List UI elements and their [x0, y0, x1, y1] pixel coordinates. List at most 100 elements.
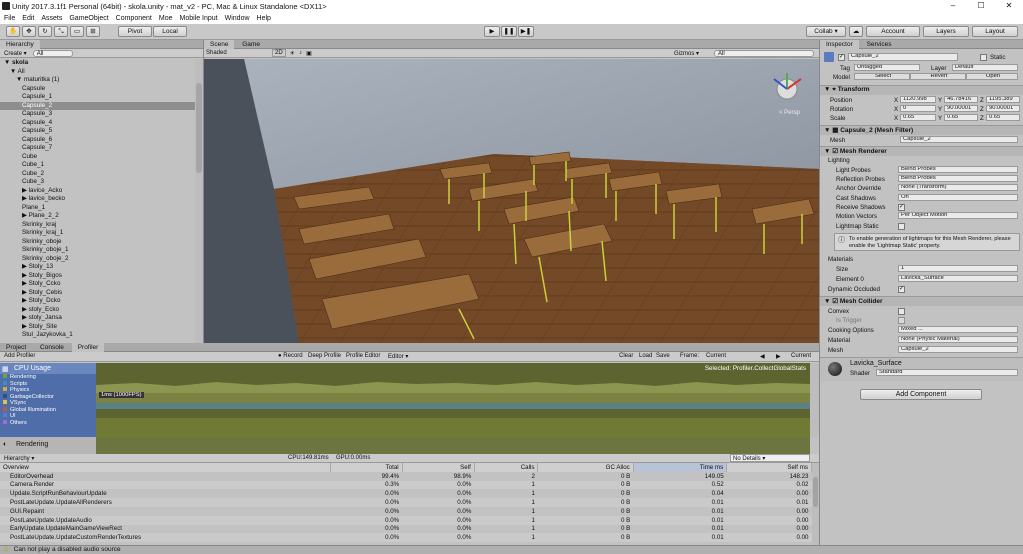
record-toggle[interactable]: ● Record: [278, 353, 303, 359]
hierarchy-item[interactable]: Capsule_5: [0, 127, 196, 136]
column-header[interactable]: Calls: [474, 463, 539, 472]
light-probes-dropdown[interactable]: Blend Probes: [898, 166, 1018, 173]
menu-moe[interactable]: Moe: [159, 15, 173, 22]
profiler-table-scrollbar[interactable]: [812, 463, 819, 545]
motion-vectors-dropdown[interactable]: Per Object Motion: [898, 212, 1018, 219]
lighting-toggle-icon[interactable]: ☀: [290, 50, 295, 57]
table-row[interactable]: Update.ScriptRunBehaviourUpdate 0.0% 0.0% 1…: [0, 489, 812, 498]
hierarchy-item[interactable]: ▶ Stoly_Cebis: [0, 289, 196, 298]
2d-toggle[interactable]: 2D: [272, 49, 286, 57]
shader-dropdown[interactable]: Standard: [876, 369, 1018, 376]
rotation-x-field[interactable]: 0: [900, 105, 936, 112]
transform-header[interactable]: ▼ ⌖ Transform: [820, 85, 1023, 95]
mesh-filter-header[interactable]: ▼ ▦ Capsule_2 (Mesh Filter): [820, 125, 1023, 135]
scale-z-field[interactable]: 0.65: [986, 114, 1020, 121]
rotation-z-field[interactable]: 90.00001: [986, 105, 1020, 112]
step-icon[interactable]: ▶❚: [518, 26, 534, 37]
play-icon[interactable]: ▶: [484, 26, 500, 37]
account-button[interactable]: Account: [866, 26, 920, 37]
hierarchy-item[interactable]: Cube_1: [0, 161, 196, 170]
hierarchy-item[interactable]: Cube_2: [0, 170, 196, 179]
table-row[interactable]: PostLateUpdate.UpdateCustomRenderTexture…: [0, 533, 812, 543]
hierarchy-item[interactable]: ▼ All: [0, 68, 196, 77]
graph-scrollbar[interactable]: [810, 363, 819, 437]
hierarchy-item[interactable]: Capsule_3: [0, 110, 196, 119]
tab-console[interactable]: Console: [34, 343, 70, 352]
mesh-collider-header[interactable]: ▼ ☑ Mesh Collider: [820, 296, 1023, 306]
hierarchy-item[interactable]: Capsule_2: [0, 101, 196, 110]
mesh-filter-mesh-field[interactable]: Capsule_2: [900, 136, 1018, 143]
collider-material-field[interactable]: None (Physic Material): [898, 336, 1018, 343]
menu-gameobject[interactable]: GameObject: [69, 15, 108, 22]
prev-frame-icon[interactable]: ◀: [760, 353, 765, 360]
collab-button[interactable]: Collab ▾: [806, 26, 846, 37]
details-dropdown[interactable]: No Details ▾: [730, 454, 810, 462]
scene-viewport[interactable]: < Persp: [204, 59, 819, 343]
cloud-icon[interactable]: ☁: [849, 26, 863, 37]
rect-tool-icon[interactable]: ▭: [70, 26, 84, 37]
tab-scene[interactable]: Scene: [204, 40, 235, 49]
collapse-arrow-icon[interactable]: ▶: [22, 306, 29, 313]
hierarchy-item[interactable]: ▶ Stoly_Ccko: [0, 280, 196, 289]
tag-dropdown[interactable]: Untagged: [854, 64, 920, 71]
hierarchy-item[interactable]: ▶ Plane_2_2: [0, 212, 196, 221]
pivot-button[interactable]: Pivot: [118, 26, 152, 37]
hierarchy-item[interactable]: Skrinky_kraj_1: [0, 229, 196, 238]
rendering-section[interactable]: ◐ Rendering: [0, 437, 96, 454]
reflection-probes-dropdown[interactable]: Blend Probes: [898, 175, 1018, 182]
hierarchy-search-input[interactable]: All: [32, 49, 73, 57]
effects-toggle-icon[interactable]: ▣: [306, 50, 312, 57]
object-name-field[interactable]: Capsule_2: [848, 53, 958, 61]
menu-help[interactable]: Help: [257, 15, 271, 22]
menu-window[interactable]: Window: [225, 15, 250, 22]
hierarchy-item[interactable]: Capsule_6: [0, 136, 196, 145]
position-y-field[interactable]: 46.78416: [944, 96, 978, 103]
expand-arrow-icon[interactable]: ▼: [10, 68, 18, 75]
hierarchy-view-dropdown[interactable]: Hierarchy ▾: [4, 455, 34, 462]
collapse-arrow-icon[interactable]: ▶: [22, 195, 29, 202]
hand-tool-icon[interactable]: ✋: [6, 26, 20, 37]
position-x-field[interactable]: 1120.998: [900, 96, 936, 103]
hierarchy-item[interactable]: Cube: [0, 153, 196, 162]
target-dropdown[interactable]: Editor ▾: [388, 353, 408, 360]
table-row[interactable]: PostLateUpdate.UpdateAllRenderers 0.0% 0.0…: [0, 498, 812, 507]
column-header[interactable]: Self: [402, 463, 475, 472]
model-revert-button[interactable]: Revert: [910, 73, 966, 80]
table-row[interactable]: GUI.Repaint 0.0% 0.0% 1 0 B 0.01 0.00: [0, 507, 812, 516]
pause-icon[interactable]: ❚❚: [501, 26, 517, 37]
maximize-button[interactable]: ☐: [967, 0, 995, 12]
rotation-y-field[interactable]: 90.00001: [944, 105, 978, 112]
hierarchy-item[interactable]: ▼ maturitka (1): [0, 76, 196, 85]
shading-mode-dropdown[interactable]: Shaded: [206, 50, 256, 56]
column-header[interactable]: Overview: [0, 463, 331, 472]
column-header[interactable]: Total: [330, 463, 403, 472]
menu-file[interactable]: File: [4, 15, 15, 22]
table-row[interactable]: EditorOverhead 99.4% 98.9% 2 0 B 149.05 148.23: [0, 472, 812, 481]
column-header[interactable]: GC Alloc: [537, 463, 634, 472]
convex-checkbox[interactable]: [898, 308, 905, 315]
hierarchy-item[interactable]: ▶ Stoly_Dcko: [0, 297, 196, 306]
collapse-arrow-icon[interactable]: ▶: [22, 272, 29, 279]
tab-services[interactable]: Services: [861, 40, 898, 49]
tab-project[interactable]: Project: [0, 343, 32, 352]
static-checkbox[interactable]: [980, 54, 987, 61]
mesh-renderer-header[interactable]: ▼ ☑ Mesh Renderer: [820, 146, 1023, 156]
hierarchy-item[interactable]: Skrinky_oboje_2: [0, 255, 196, 264]
local-button[interactable]: Local: [153, 26, 187, 37]
collapse-arrow-icon[interactable]: ▶: [22, 187, 29, 194]
cooking-options-dropdown[interactable]: Mixed ...: [898, 326, 1018, 333]
transform-tool-icon[interactable]: ⊞: [86, 26, 100, 37]
audio-toggle-icon[interactable]: ♪: [299, 50, 302, 56]
hierarchy-item[interactable]: ▶ Stoly_Bigos: [0, 272, 196, 281]
hierarchy-item[interactable]: Skrinky_kraj: [0, 221, 196, 230]
tab-game[interactable]: Game: [236, 40, 266, 49]
collapse-arrow-icon[interactable]: ▶: [22, 212, 29, 219]
next-frame-icon[interactable]: ▶: [776, 353, 781, 360]
collapse-arrow-icon[interactable]: ▶: [22, 289, 29, 296]
collapse-arrow-icon[interactable]: ▶: [22, 314, 29, 321]
add-component-button[interactable]: Add Component: [860, 389, 982, 400]
tab-inspector[interactable]: Inspector: [820, 40, 859, 49]
clear-button[interactable]: Clear: [619, 353, 633, 359]
cast-shadows-dropdown[interactable]: On: [898, 194, 1018, 201]
hierarchy-item[interactable]: Capsule: [0, 85, 196, 94]
